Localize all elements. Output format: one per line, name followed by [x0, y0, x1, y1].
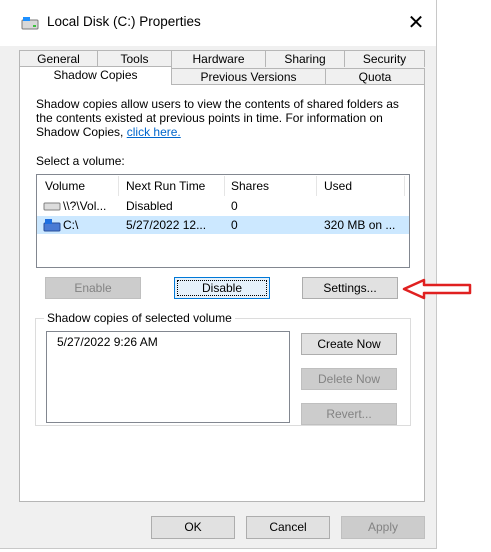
ok-button[interactable]: OK [151, 516, 235, 539]
apply-button[interactable]: Apply [341, 516, 425, 539]
system-drive-icon [43, 219, 61, 232]
column-header-volume[interactable]: Volume [45, 176, 85, 196]
enable-button[interactable]: Enable [45, 277, 141, 299]
annotation-arrow-icon [402, 278, 472, 300]
row-volume: C:\ [63, 218, 79, 232]
close-icon[interactable]: ✕ [402, 10, 430, 36]
shadow-copies-group-label: Shadow copies of selected volume [44, 311, 235, 325]
tab-general[interactable]: General [19, 50, 98, 67]
disable-button[interactable]: Disable [174, 277, 270, 299]
tab-quota[interactable]: Quota [325, 68, 425, 85]
delete-now-button[interactable]: Delete Now [301, 368, 397, 390]
revert-button[interactable]: Revert... [301, 403, 397, 425]
create-now-button[interactable]: Create Now [301, 333, 397, 355]
list-item[interactable]: 5/27/2022 9:26 AM [57, 334, 158, 351]
column-header-used[interactable]: Used [324, 176, 352, 196]
row-shares: 0 [231, 218, 238, 232]
tab-hardware[interactable]: Hardware [171, 50, 266, 67]
row-volume: \\?\Vol... [63, 199, 107, 213]
row-next-run: Disabled [126, 199, 173, 213]
tab-security[interactable]: Security [344, 50, 425, 67]
row-next-run: 5/27/2022 12... [126, 218, 207, 232]
drive-icon [21, 17, 39, 30]
tab-sharing[interactable]: Sharing [265, 50, 345, 67]
drive-icon [43, 202, 61, 211]
column-header-next-run-time[interactable]: Next Run Time [126, 176, 205, 196]
cancel-button[interactable]: Cancel [246, 516, 330, 539]
window-title: Local Disk (C:) Properties [47, 14, 201, 29]
select-volume-label: Select a volume: [36, 154, 125, 168]
settings-button[interactable]: Settings... [302, 277, 398, 299]
description: Shadow copies allow users to view the co… [36, 97, 418, 139]
column-header-shares[interactable]: Shares [231, 176, 269, 196]
tab-shadow-copies[interactable]: Shadow Copies [19, 66, 172, 85]
row-used: 320 MB on ... [324, 218, 396, 232]
tab-tools[interactable]: Tools [97, 50, 172, 67]
row-shares: 0 [231, 199, 238, 213]
description-text: Shadow copies allow users to view the co… [36, 97, 399, 139]
click-here-link[interactable]: click here. [127, 125, 181, 139]
tab-previous-versions[interactable]: Previous Versions [171, 68, 326, 85]
